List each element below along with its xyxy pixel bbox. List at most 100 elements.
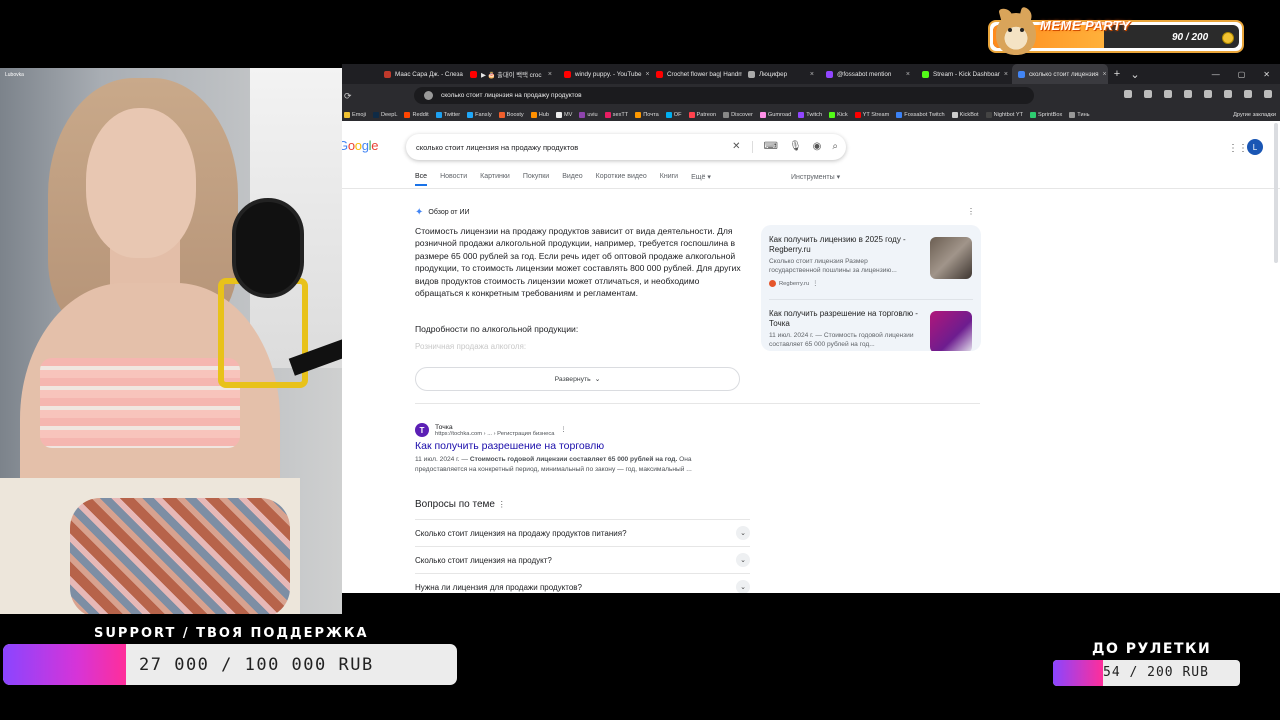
- bookmark-6[interactable]: Hub: [530, 111, 549, 118]
- bookmark-10[interactable]: Почта: [635, 111, 659, 118]
- doge-ear: [998, 6, 1014, 24]
- reload-icon[interactable]: ⟳: [344, 91, 354, 102]
- search-tab-2[interactable]: Картинки: [480, 173, 510, 186]
- bookmark-12[interactable]: Patreon: [688, 111, 716, 118]
- tab-label: ▶ 🎂 출대이 백택 croc: [481, 71, 542, 79]
- google-logo[interactable]: Google: [342, 138, 378, 153]
- sidebar-icon[interactable]: [1144, 90, 1152, 98]
- minimize-icon[interactable]: —: [1212, 70, 1220, 79]
- expand-button[interactable]: Развернуть ⌄: [415, 367, 740, 391]
- bookmark-15[interactable]: Twitch: [798, 111, 823, 118]
- paa-item[interactable]: Сколько стоит лицензия на продукт? ⌄: [415, 546, 750, 573]
- paa-item[interactable]: Нужна ли лицензия для продажи продуктов?…: [415, 573, 750, 593]
- bookmark-19[interactable]: KickBot: [951, 111, 979, 118]
- new-tab-button[interactable]: +: [1108, 68, 1126, 80]
- tab-list-chevron-icon[interactable]: ⌄: [1126, 68, 1144, 81]
- tab-close-icon[interactable]: ×: [1103, 71, 1107, 78]
- tab-5[interactable]: @fossabot mention ×: [820, 64, 916, 84]
- search-tab-0[interactable]: Все: [415, 173, 428, 186]
- close-window-icon[interactable]: ✕: [1263, 70, 1270, 79]
- mic-icon[interactable]: 🎙: [789, 142, 802, 152]
- site-info-icon[interactable]: [424, 91, 433, 100]
- doge-eye: [1008, 28, 1012, 32]
- result-site-text: Точка https://tochka.com › ... › Регистр…: [435, 424, 554, 437]
- bookmark-5[interactable]: Boosty: [498, 111, 524, 118]
- paa-question: Нужна ли лицензия для продажи продуктов?: [415, 582, 582, 592]
- bookmark-20[interactable]: Nightbot YT: [985, 111, 1023, 118]
- card-more-icon[interactable]: ⋮: [812, 281, 818, 287]
- tab-close-icon[interactable]: ×: [906, 71, 910, 78]
- bookmark-13[interactable]: Discover: [723, 111, 753, 118]
- bookmark-18[interactable]: Fossabot Twitch: [896, 111, 945, 118]
- page-scrollbar[interactable]: [1274, 123, 1278, 263]
- clear-icon[interactable]: ✕: [732, 142, 740, 152]
- bookmark-16[interactable]: Kick: [829, 111, 848, 118]
- bookmark-8[interactable]: uviu: [579, 111, 598, 118]
- tab-4[interactable]: Люцифер ×: [742, 64, 820, 84]
- maximize-icon[interactable]: ▢: [1238, 70, 1246, 79]
- lens-icon[interactable]: ◉: [813, 142, 822, 152]
- paa-question: Сколько стоит лицензия на продукт?: [415, 555, 552, 565]
- source-card[interactable]: Как получить лицензию в 2025 году - Regb…: [769, 235, 973, 288]
- search-tab-3[interactable]: Покупки: [523, 173, 549, 186]
- bookmark-17[interactable]: YT Stream: [854, 111, 889, 118]
- tab-favicon-icon: [1018, 70, 1025, 78]
- extension-icon[interactable]: [1184, 90, 1192, 98]
- source-card[interactable]: Как получить разрешение на торговлю - То…: [769, 309, 973, 351]
- paa-item[interactable]: Сколько стоит лицензия на продажу продук…: [415, 519, 750, 546]
- paa-list: Сколько стоит лицензия на продажу продук…: [415, 519, 750, 593]
- paa-more-icon[interactable]: ⋮: [498, 500, 506, 509]
- tab-0[interactable]: Маас Сара Дж. - Слеза×: [378, 64, 464, 84]
- bookmark-4[interactable]: Fansly: [467, 111, 492, 118]
- tab-6[interactable]: Stream - Kick Dashboar ×: [916, 64, 1012, 84]
- result-more-icon[interactable]: ⋮: [560, 427, 566, 433]
- puzzle-icon[interactable]: [1224, 90, 1232, 98]
- address-bar[interactable]: сколько стоит лицензия на продажу продук…: [414, 87, 1034, 104]
- tools-button[interactable]: Инструменты ▾: [791, 173, 840, 181]
- tab-close-icon[interactable]: ×: [810, 71, 814, 78]
- tab-close-icon[interactable]: ×: [646, 71, 650, 78]
- bookmark-9[interactable]: sexTT: [604, 111, 629, 118]
- tab-label: сколько стоит лицензия: [1029, 70, 1099, 78]
- other-bookmarks[interactable]: Другие закладки: [1233, 112, 1280, 118]
- tab-2[interactable]: windy puppy. - YouTube ×: [558, 64, 650, 84]
- bookmark-7[interactable]: MV: [556, 111, 572, 118]
- menu-icon[interactable]: [1264, 90, 1272, 98]
- tab-close-icon[interactable]: ×: [1004, 71, 1008, 78]
- keyboard-icon[interactable]: ⌨: [764, 142, 778, 152]
- bookmark-21[interactable]: SprintBox: [1030, 111, 1062, 118]
- bookmark-22[interactable]: Тинь: [1069, 111, 1090, 118]
- shield-icon[interactable]: [1204, 90, 1212, 98]
- bookmark-2[interactable]: Reddit: [404, 111, 429, 118]
- bookmark-3[interactable]: Twitter: [435, 111, 460, 118]
- result-site[interactable]: T Точка https://tochka.com › ... › Регис…: [415, 423, 735, 437]
- profile-icon[interactable]: [1164, 90, 1172, 98]
- search-tab-1[interactable]: Новости: [440, 173, 467, 186]
- search-tab-5[interactable]: Короткие видео: [596, 173, 647, 186]
- bookmark-14[interactable]: Gumroad: [759, 111, 791, 118]
- results-divider: [415, 403, 980, 404]
- search-box[interactable]: сколько стоит лицензия на продажу продук…: [406, 134, 846, 160]
- bookmark-11[interactable]: OF: [665, 111, 682, 118]
- download-icon[interactable]: [1244, 90, 1252, 98]
- library-icon[interactable]: [1124, 90, 1132, 98]
- apps-grid-icon[interactable]: ⋮⋮: [1228, 143, 1248, 154]
- bookmark-0[interactable]: Emoji: [344, 111, 366, 118]
- search-tab-4[interactable]: Видео: [562, 173, 582, 186]
- chevron-down-icon: ⌄: [736, 526, 750, 540]
- search-tab-6[interactable]: Книги: [660, 173, 678, 186]
- more-options-icon[interactable]: ⋮: [967, 207, 975, 216]
- search-icon[interactable]: ⌕: [832, 142, 838, 152]
- account-avatar[interactable]: L: [1247, 139, 1263, 155]
- tab-3[interactable]: Crochet flower bag| Handma×: [650, 64, 742, 84]
- bookmark-label: Twitch: [806, 111, 823, 118]
- tab-7[interactable]: сколько стоит лицензия ×: [1012, 64, 1108, 84]
- bookmark-label: OF: [673, 111, 682, 118]
- tab-close-icon[interactable]: ×: [548, 71, 552, 78]
- result-title-link[interactable]: Как получить разрешение на торговлю: [415, 440, 735, 452]
- tab-label: Crochet flower bag| Handma: [667, 70, 742, 78]
- search-tab-7[interactable]: Ещё ▾: [691, 173, 711, 186]
- tab-1[interactable]: ▶ 🎂 출대이 백택 croc ×: [464, 64, 558, 84]
- bookmark-1[interactable]: DeepL: [373, 111, 397, 118]
- bookmark-label: sexTT: [612, 111, 629, 118]
